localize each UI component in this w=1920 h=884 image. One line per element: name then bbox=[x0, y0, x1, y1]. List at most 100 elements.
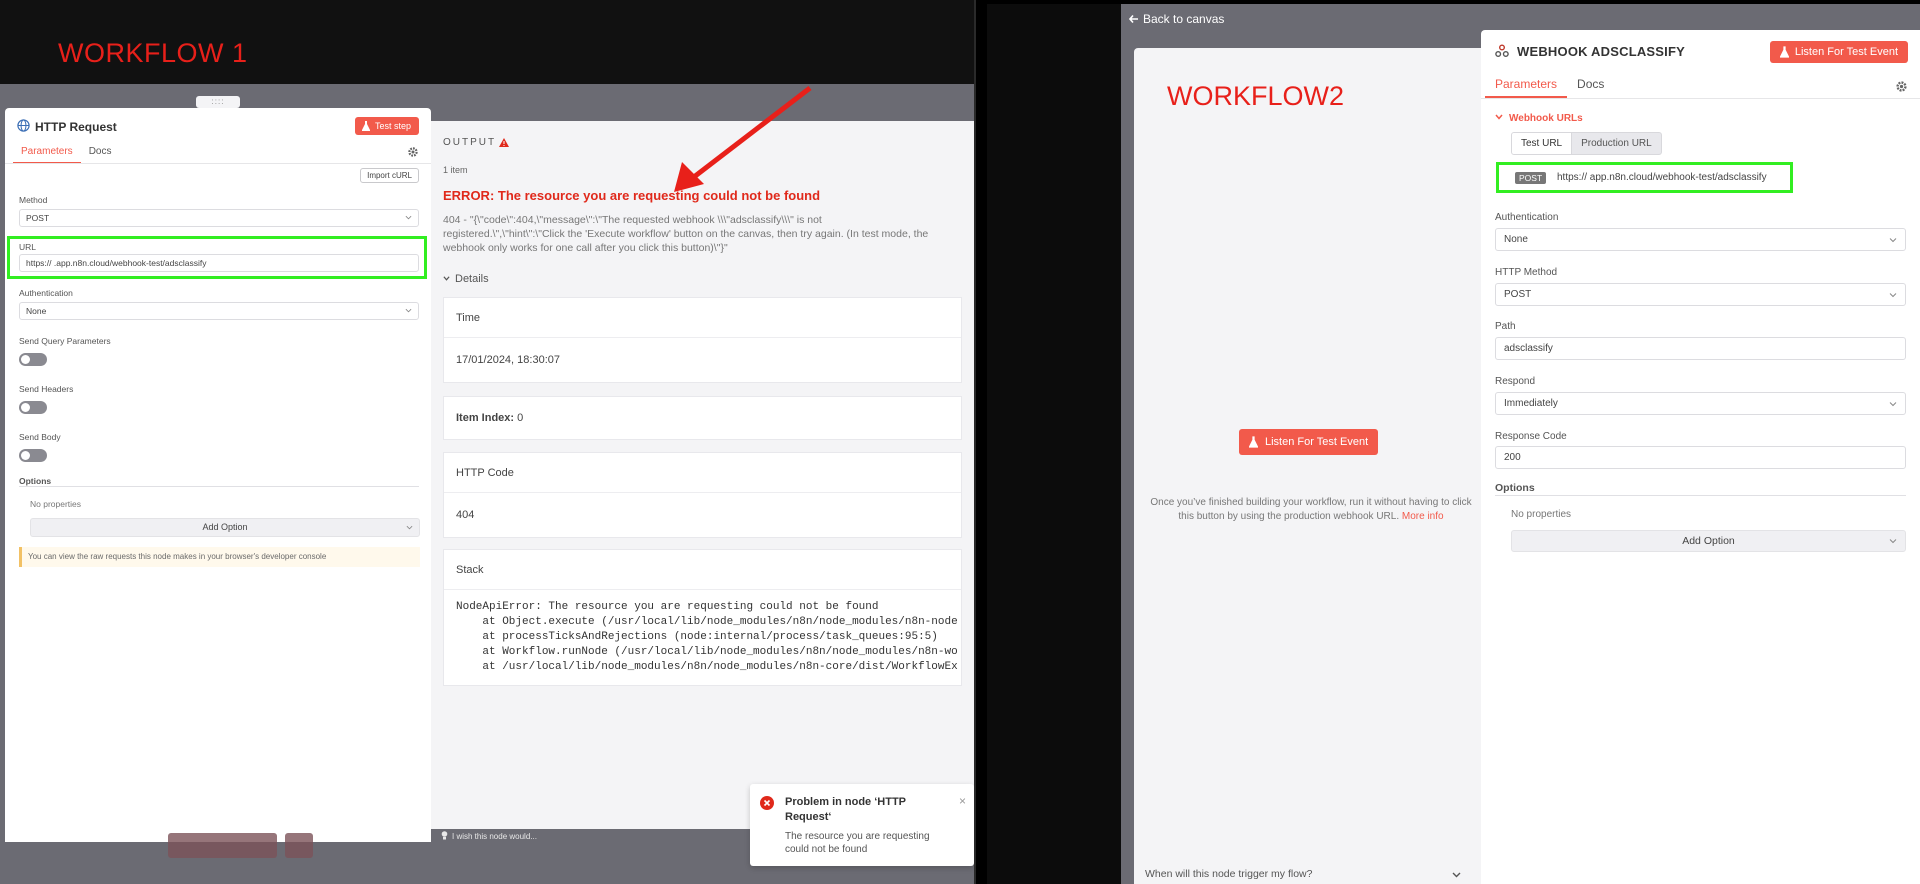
http-code-label: HTTP Code bbox=[444, 453, 961, 493]
more-info-link[interactable]: More info bbox=[1402, 511, 1444, 522]
response-code-label: Response Code bbox=[1495, 431, 1567, 442]
authentication-select[interactable]: None bbox=[1495, 228, 1906, 251]
options-divider bbox=[1495, 495, 1906, 496]
http-code-value: 404 bbox=[456, 509, 475, 521]
path-label: Path bbox=[1495, 321, 1516, 332]
toast-message: The resource you are requesting could no… bbox=[785, 831, 930, 855]
add-option-button[interactable]: Add Option bbox=[30, 518, 420, 537]
url-type-switch: Test URL Production URL bbox=[1511, 132, 1662, 155]
back-to-canvas-link[interactable]: Back to canvas bbox=[1129, 12, 1224, 26]
no-properties-text: No properties bbox=[30, 499, 82, 509]
node-title[interactable]: HTTP Request bbox=[35, 120, 117, 134]
webhook-urls-label: Webhook URLs bbox=[1509, 113, 1583, 124]
add-option-label: Add Option bbox=[202, 522, 248, 532]
test-step-label: Test step bbox=[374, 121, 411, 131]
respond-select[interactable]: Immediately bbox=[1495, 392, 1906, 415]
gear-icon[interactable] bbox=[1895, 80, 1908, 93]
send-query-toggle[interactable] bbox=[19, 353, 47, 366]
node-tabs: Parameters Docs bbox=[13, 144, 119, 164]
authentication-select[interactable]: None bbox=[19, 302, 419, 320]
node-tabs: Parameters Docs bbox=[1485, 77, 1614, 98]
authentication-label: Authentication bbox=[19, 288, 73, 298]
tab-docs[interactable]: Docs bbox=[1567, 77, 1614, 98]
tab-parameters[interactable]: Parameters bbox=[13, 144, 81, 164]
chevron-down-icon[interactable] bbox=[1452, 870, 1461, 879]
authentication-label: Authentication bbox=[1495, 212, 1559, 223]
delete-button-obscured bbox=[285, 833, 313, 858]
error-circle-icon bbox=[760, 796, 774, 810]
warning-icon bbox=[499, 138, 509, 147]
webhook-node-panel: WEBHOOK ADSCLASSIFY Listen For Test Even… bbox=[1481, 30, 1920, 884]
tab-parameters[interactable]: Parameters bbox=[1485, 77, 1568, 98]
close-icon[interactable]: × bbox=[959, 794, 966, 808]
chevron-down-icon bbox=[1889, 238, 1897, 243]
respond-value: Immediately bbox=[1504, 398, 1558, 409]
test-url-tab[interactable]: Test URL bbox=[1512, 133, 1573, 154]
add-option-button[interactable]: Add Option bbox=[1511, 530, 1906, 552]
options-divider bbox=[19, 486, 419, 487]
no-properties-text: No properties bbox=[1511, 509, 1572, 520]
panel-drag-handle[interactable]: :::: bbox=[196, 96, 240, 108]
import-curl-button[interactable]: Import cURL bbox=[360, 168, 419, 183]
listen-for-test-event-button[interactable]: Listen For Test Event bbox=[1239, 429, 1379, 455]
trigger-panel: WORKFLOW2 Listen For Test Event Once you… bbox=[1134, 48, 1488, 884]
url-label: URL bbox=[19, 242, 37, 252]
stack-label: Stack bbox=[444, 550, 961, 590]
webhook-urls-toggle[interactable]: Webhook URLs bbox=[1495, 113, 1583, 124]
tab-divider bbox=[1481, 98, 1920, 99]
item-index-value: 0 bbox=[517, 412, 524, 424]
chevron-down-icon bbox=[1495, 114, 1503, 120]
stack-line: at Object.execute (/usr/local/lib/node_m… bbox=[456, 616, 958, 628]
production-url-tab[interactable]: Production URL bbox=[1572, 133, 1661, 154]
item-index-card: Item Index: 0 bbox=[443, 396, 962, 440]
tab-docs[interactable]: Docs bbox=[81, 144, 120, 164]
toast-title: Problem in node ‘HTTP Request‘ bbox=[785, 796, 906, 823]
time-value: 17/01/2024, 18:30:07 bbox=[456, 354, 560, 366]
feedback-text: I wish this node would... bbox=[452, 832, 537, 841]
add-option-label: Add Option bbox=[1682, 535, 1735, 547]
time-label: Time bbox=[444, 298, 961, 338]
webhook-icon bbox=[1495, 44, 1509, 57]
flask-icon bbox=[1779, 46, 1789, 58]
test-step-button[interactable]: Test step bbox=[354, 117, 419, 135]
url-input[interactable]: https:// .app.n8n.cloud/webhook-test/ads… bbox=[19, 254, 419, 272]
path-input[interactable]: adsclassify bbox=[1495, 337, 1906, 360]
options-label: Options bbox=[1495, 482, 1535, 494]
http-method-value: POST bbox=[1504, 289, 1532, 300]
error-description: 404 - "{\"code\":404,\"message\":\"The r… bbox=[443, 214, 929, 254]
time-card: Time 17/01/2024, 18:30:07 bbox=[443, 297, 962, 383]
listen-for-test-event-button[interactable]: Listen For Test Event bbox=[1769, 41, 1908, 63]
stack-line: at processTicksAndRejections (node:inter… bbox=[456, 631, 938, 643]
gear-icon[interactable] bbox=[407, 146, 419, 158]
stack-line: NodeApiError: The resource you are reque… bbox=[456, 601, 879, 613]
options-label: Options bbox=[19, 476, 52, 486]
stack-line: at Workflow.runNode (/usr/local/lib/node… bbox=[456, 646, 958, 658]
send-body-label: Send Body bbox=[19, 432, 61, 442]
node-panel-header: HTTP Request Test step Parameters Docs bbox=[5, 108, 431, 166]
authentication-value: None bbox=[1504, 234, 1528, 245]
chevron-down-icon bbox=[1889, 402, 1897, 407]
node-title[interactable]: WEBHOOK ADSCLASSIFY bbox=[1517, 44, 1685, 59]
when-trigger-question[interactable]: When will this node trigger my flow? bbox=[1145, 868, 1312, 880]
output-panel: OUTPUT 1 item ERROR: The resource you ar… bbox=[431, 121, 974, 829]
chevron-down-icon bbox=[406, 525, 413, 530]
listen-label: Listen For Test Event bbox=[1794, 46, 1898, 58]
method-badge: POST bbox=[1515, 172, 1547, 184]
webhook-url[interactable]: https:// app.n8n.cloud/webhook-test/adsc… bbox=[1557, 172, 1767, 183]
item-count: 1 item bbox=[443, 165, 468, 175]
lightbulb-icon bbox=[441, 831, 448, 840]
feedback-link[interactable]: I wish this node would... bbox=[441, 831, 537, 841]
send-headers-toggle[interactable] bbox=[19, 401, 47, 414]
output-title: OUTPUT bbox=[443, 137, 497, 148]
response-code-input[interactable]: 200 bbox=[1495, 446, 1906, 469]
http-method-select[interactable]: POST bbox=[1495, 283, 1906, 306]
stack-trace: NodeApiError: The resource you are reque… bbox=[444, 590, 961, 685]
chevron-down-icon bbox=[1889, 293, 1897, 298]
details-toggle[interactable]: Details bbox=[443, 273, 489, 285]
method-select[interactable]: POST bbox=[19, 209, 419, 227]
red-annotation-arrow bbox=[674, 86, 812, 192]
globe-icon bbox=[17, 119, 30, 132]
send-headers-label: Send Headers bbox=[19, 384, 74, 394]
workflow1-screenshot: WORKFLOW 1 :::: HTTP Request Test step P… bbox=[0, 0, 976, 884]
send-body-toggle[interactable] bbox=[19, 449, 47, 462]
